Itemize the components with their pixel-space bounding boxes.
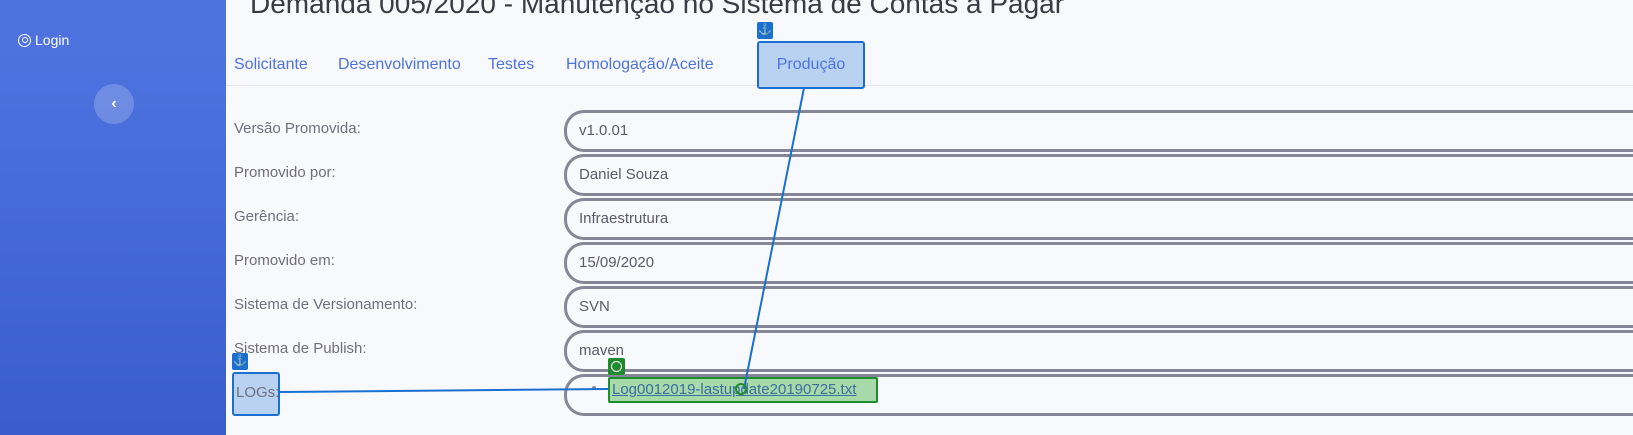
chevron-left-icon: ‹: [111, 95, 117, 112]
label-promovido-em: Promovido em:: [234, 252, 335, 269]
sidebar-toggle-button[interactable]: ‹: [94, 84, 134, 124]
field-gerencia[interactable]: Infraestrutura: [564, 198, 1633, 240]
log-file-link[interactable]: Log0012019-lastupdate20190725.txt: [608, 377, 878, 403]
list-bullet: [592, 386, 596, 390]
tab-solicitante[interactable]: Solicitante: [234, 56, 308, 74]
field-promovido-em[interactable]: 15/09/2020: [564, 242, 1633, 284]
label-versao: Versão Promovida:: [234, 120, 361, 137]
anchor-icon: ⚓: [757, 22, 773, 39]
tab-bar: Solicitante Desenvolvimento Testes Homol…: [226, 41, 1633, 89]
label-promovido-por: Promovido por:: [234, 164, 336, 181]
tab-homologacao[interactable]: Homologação/Aceite: [566, 56, 714, 74]
tab-desenvolvimento[interactable]: Desenvolvimento: [338, 56, 461, 74]
tab-testes[interactable]: Testes: [488, 56, 534, 74]
tab-producao[interactable]: Produção: [757, 41, 865, 89]
login-link[interactable]: Login: [18, 32, 69, 48]
label-publish: Sistema de Publish:: [234, 340, 367, 357]
connector-line-logs: [279, 388, 609, 393]
label-logs: LOGs:: [232, 372, 280, 416]
page-title: Demanda 005/2020 - Manutenção no Sistema…: [250, 0, 1065, 19]
label-gerencia: Gerência:: [234, 208, 300, 225]
sidebar: Login ‹: [0, 0, 226, 435]
label-versionamento: Sistema de Versionamento:: [234, 296, 418, 313]
field-versionamento[interactable]: SVN: [564, 286, 1633, 328]
field-versao[interactable]: v1.0.01: [564, 110, 1633, 152]
anchor-icon: ⚓: [232, 353, 248, 370]
field-promovido-por[interactable]: Daniel Souza: [564, 154, 1633, 196]
login-label: Login: [35, 32, 70, 48]
field-publish[interactable]: maven: [564, 330, 1633, 372]
user-circle-icon: [18, 33, 31, 47]
target-icon: [608, 358, 625, 375]
